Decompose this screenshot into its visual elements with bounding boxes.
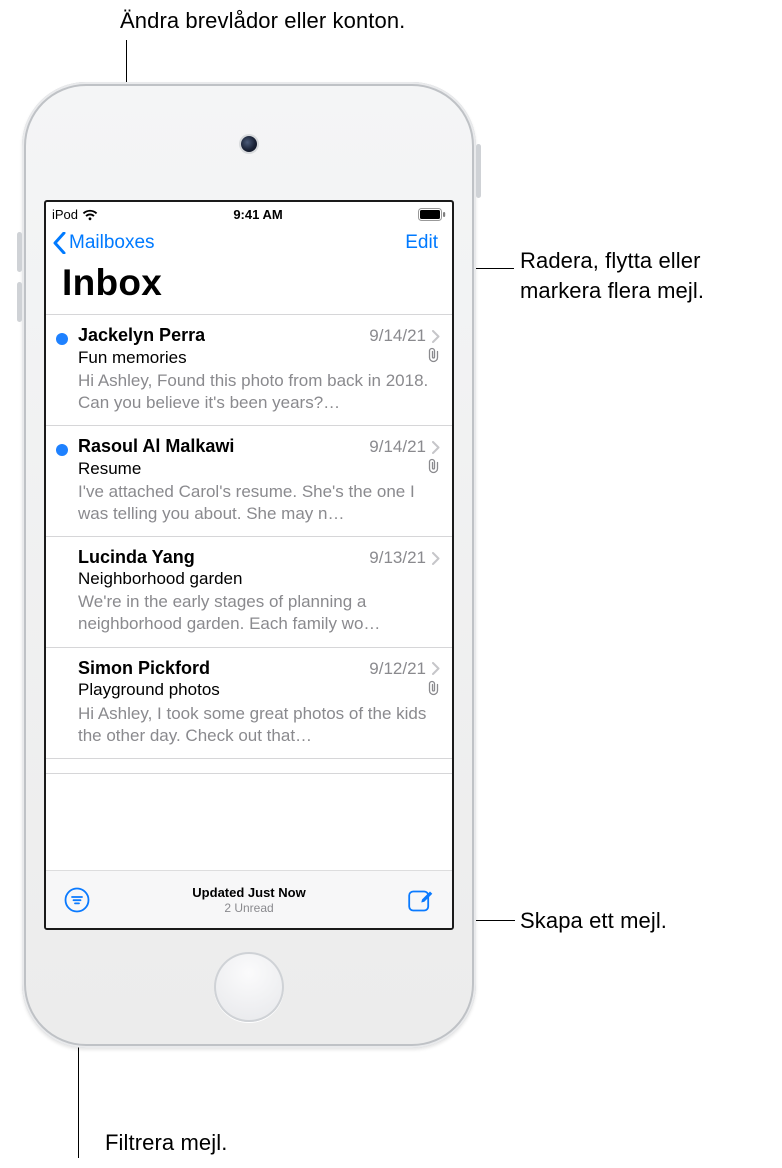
paperclip-icon [427,458,440,479]
message-sender: Lucinda Yang [78,547,195,568]
status-time: 9:41 AM [233,207,282,222]
message-row[interactable]: Jackelyn Perra 9/14/21 Fun memories Hi A… [46,315,452,426]
chevron-right-icon [432,330,440,343]
battery-icon [418,208,446,221]
carrier-label: iPod [52,207,78,222]
home-button[interactable] [214,952,284,1022]
toolbar-unread-label: 2 Unread [224,901,273,915]
message-sender: Simon Pickford [78,658,210,679]
wifi-icon [82,209,98,221]
message-preview: We're in the early stages of planning a … [78,591,440,635]
status-bar: iPod 9:41 AM [46,202,452,224]
page-title: Inbox [46,260,452,314]
message-subject: Neighborhood garden [78,569,242,589]
message-subject: Fun memories [78,348,187,368]
message-preview: I've attached Carol's resume. She's the … [78,481,440,525]
message-row[interactable]: Lucinda Yang 9/13/21 Neighborhood garden… [46,537,452,647]
back-label: Mailboxes [69,232,155,254]
screen: iPod 9:41 AM [44,200,454,930]
message-sender: Jackelyn Perra [78,325,205,346]
front-camera [241,136,257,152]
edit-button[interactable]: Edit [405,232,438,254]
chevron-right-icon [432,441,440,454]
message-row[interactable] [46,759,452,774]
toolbar-updated-label: Updated Just Now [192,885,305,900]
chevron-right-icon [432,552,440,565]
message-preview: Hi Ashley, Found this photo from back in… [78,370,440,414]
message-date: 9/14/21 [369,437,426,457]
unread-dot-icon [56,333,68,345]
message-subject: Playground photos [78,680,220,700]
ipod-device-frame: iPod 9:41 AM [22,82,476,1048]
volume-up-button [17,232,22,272]
callout-mailboxes: Ändra brevlådor eller konton. [120,6,405,36]
message-preview: Hi Ashley, I took some great photos of t… [78,703,440,747]
navigation-bar: Mailboxes Edit [46,224,452,260]
unread-dot-icon [56,444,68,456]
compose-button[interactable] [408,887,434,912]
bottom-toolbar: Updated Just Now 2 Unread [46,870,452,928]
message-row[interactable]: Simon Pickford 9/12/21 Playground photos… [46,648,452,759]
message-list[interactable]: Jackelyn Perra 9/14/21 Fun memories Hi A… [46,314,452,870]
filter-button[interactable] [64,887,90,913]
callout-compose: Skapa ett mejl. [520,906,667,936]
paperclip-icon [427,680,440,701]
message-date: 9/12/21 [369,659,426,679]
chevron-left-icon [52,232,67,254]
volume-down-button [17,282,22,322]
back-mailboxes-button[interactable]: Mailboxes [52,232,155,254]
message-date: 9/13/21 [369,548,426,568]
chevron-right-icon [432,662,440,675]
message-date: 9/14/21 [369,326,426,346]
message-row[interactable]: Rasoul Al Malkawi 9/14/21 Resume I've at… [46,426,452,537]
message-subject: Resume [78,459,141,479]
callout-filter: Filtrera mejl. [105,1128,227,1158]
paperclip-icon [427,347,440,368]
message-sender: Rasoul Al Malkawi [78,436,234,457]
callout-edit: Radera, flytta eller markera flera mejl. [520,246,704,305]
